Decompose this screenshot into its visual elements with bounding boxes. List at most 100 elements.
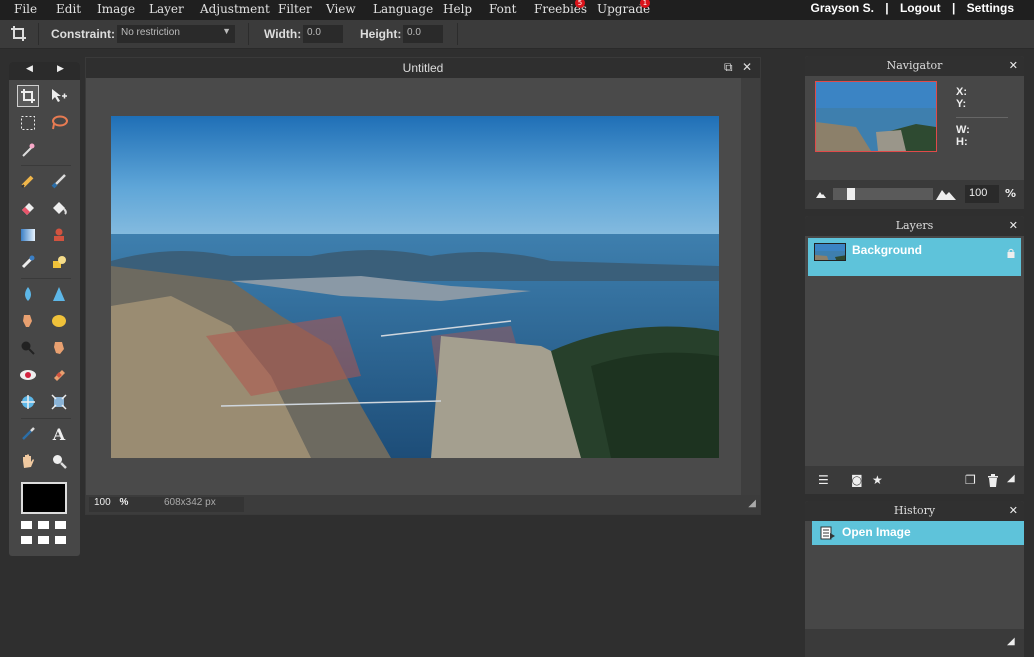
pencil-icon xyxy=(21,175,34,188)
arrow-right-icon[interactable]: ▶ xyxy=(57,64,64,74)
close-icon[interactable]: ✕ xyxy=(1009,219,1018,232)
zoom-icon xyxy=(53,455,67,469)
close-icon[interactable]: ✕ xyxy=(1009,504,1018,517)
tools-panel: ◀ ▶ A xyxy=(9,62,80,556)
type-icon: A xyxy=(52,424,66,444)
foreground-color-swatch[interactable] xyxy=(21,482,67,514)
history-item-label: Open Image xyxy=(842,525,911,539)
menu-layer[interactable]: Layer xyxy=(149,2,184,16)
constraint-select[interactable]: No restriction ▼ xyxy=(117,25,235,43)
magic-wand-icon xyxy=(22,143,35,157)
drawing-tool[interactable] xyxy=(48,251,70,273)
zoom-slider[interactable] xyxy=(833,188,933,200)
menu-view[interactable]: View xyxy=(326,2,356,16)
document-status-bar: 100 % 608x342 px ◢ xyxy=(86,495,760,514)
navigator-thumbnail[interactable] xyxy=(815,81,937,152)
burn-icon xyxy=(54,342,64,354)
zoom-tool[interactable] xyxy=(48,450,70,472)
blur-icon xyxy=(25,287,31,301)
user-name[interactable]: Grayson S. xyxy=(811,1,874,15)
dodge-icon xyxy=(21,341,35,355)
vertical-scrollbar[interactable] xyxy=(741,78,760,495)
constraint-label: Constraint: xyxy=(51,27,115,41)
tools-header: ◀ ▶ xyxy=(9,62,80,80)
width-field[interactable]: 0.0 xyxy=(303,25,343,43)
burn-tool[interactable] xyxy=(48,337,70,359)
resize-handle-icon[interactable]: ◢ xyxy=(748,498,756,509)
menu-adjustment[interactable]: Adjustment xyxy=(200,2,270,16)
move-tool[interactable] xyxy=(48,85,70,107)
color-picker-tool[interactable] xyxy=(17,423,39,445)
height-field[interactable]: 0.0 xyxy=(403,25,443,43)
eraser-tool[interactable] xyxy=(17,197,39,219)
menu-image[interactable]: Image xyxy=(97,2,135,16)
close-icon[interactable]: ✕ xyxy=(1009,59,1018,72)
navigator-zoom-bar: 100 % xyxy=(805,180,1024,209)
layer-item[interactable]: Background xyxy=(808,238,1021,276)
width-label: Width: xyxy=(264,27,302,41)
restore-window-icon[interactable]: ⧉ xyxy=(724,60,733,75)
menu-font[interactable]: Font xyxy=(489,2,516,16)
marquee-tool[interactable] xyxy=(17,112,39,134)
pencil-tool[interactable] xyxy=(17,170,39,192)
lasso-tool[interactable] xyxy=(48,112,70,134)
clone-stamp-tool[interactable] xyxy=(48,224,70,246)
mountain-large-icon[interactable] xyxy=(936,188,956,200)
layer-settings-icon[interactable]: ☰ xyxy=(818,473,829,487)
red-eye-icon xyxy=(20,370,36,380)
options-divider xyxy=(248,23,249,45)
navigator-zoom-field[interactable]: 100 xyxy=(965,185,999,203)
settings-link[interactable]: Settings xyxy=(967,1,1014,15)
layout-grid-cell xyxy=(38,521,49,529)
dodge-tool[interactable] xyxy=(17,337,39,359)
sponge-tool[interactable] xyxy=(48,310,70,332)
layer-mask-icon[interactable]: ◙ xyxy=(851,473,863,487)
arrow-left-icon[interactable]: ◀ xyxy=(26,64,33,74)
paint-bucket-tool[interactable] xyxy=(48,197,70,219)
brush-icon xyxy=(51,174,66,189)
menu-file[interactable]: File xyxy=(14,2,37,16)
mountain-small-icon[interactable] xyxy=(816,191,826,198)
eraser-icon xyxy=(22,203,34,215)
hand-tool[interactable] xyxy=(17,450,39,472)
spot-heal-tool[interactable] xyxy=(48,364,70,386)
crop-tool[interactable] xyxy=(17,85,39,107)
close-icon[interactable]: ✕ xyxy=(742,60,752,74)
magic-wand-tool[interactable] xyxy=(17,139,39,161)
zoom-slider-thumb[interactable] xyxy=(847,188,855,200)
brush-tool[interactable] xyxy=(48,170,70,192)
menu-help[interactable]: Help xyxy=(443,2,472,16)
document-title: Untitled xyxy=(86,58,760,78)
stamp-icon xyxy=(54,228,64,241)
options-bar: Constraint: No restriction ▼ Width: 0.0 … xyxy=(0,20,1034,49)
resize-handle-icon[interactable]: ◢ xyxy=(1007,473,1015,484)
zoom-value: 100 xyxy=(94,497,111,508)
menu-edit[interactable]: Edit xyxy=(56,2,81,16)
color-replace-tool[interactable] xyxy=(17,251,39,273)
new-layer-icon[interactable]: ❐ xyxy=(965,473,976,487)
layout-grid-cell xyxy=(38,536,49,544)
layers-footer: ☰ ◙ ★ ❐ ◢ xyxy=(805,466,1024,494)
menu-filter[interactable]: Filter xyxy=(278,2,312,16)
hand-icon xyxy=(23,454,34,468)
resize-handle-icon[interactable]: ◢ xyxy=(1007,636,1015,647)
gradient-tool[interactable] xyxy=(17,224,39,246)
smudge-tool[interactable] xyxy=(17,310,39,332)
trash-icon[interactable] xyxy=(987,473,999,487)
type-tool[interactable]: A xyxy=(48,423,70,445)
bloat-tool[interactable] xyxy=(17,391,39,413)
logout-link[interactable]: Logout xyxy=(900,1,941,15)
nav-divider xyxy=(956,117,1008,118)
sharpen-tool[interactable] xyxy=(48,283,70,305)
menu-language[interactable]: Language xyxy=(373,2,433,16)
history-item[interactable]: Open Image xyxy=(812,521,1024,545)
lasso-icon xyxy=(52,115,68,130)
canvas-image[interactable] xyxy=(111,116,719,458)
layer-styles-icon[interactable]: ★ xyxy=(872,473,883,487)
blur-tool[interactable] xyxy=(17,283,39,305)
crop-icon xyxy=(21,89,35,103)
pinch-tool[interactable] xyxy=(48,391,70,413)
layout-grid-cell xyxy=(55,536,66,544)
red-eye-tool[interactable] xyxy=(17,364,39,386)
color-replace-icon xyxy=(21,255,35,269)
